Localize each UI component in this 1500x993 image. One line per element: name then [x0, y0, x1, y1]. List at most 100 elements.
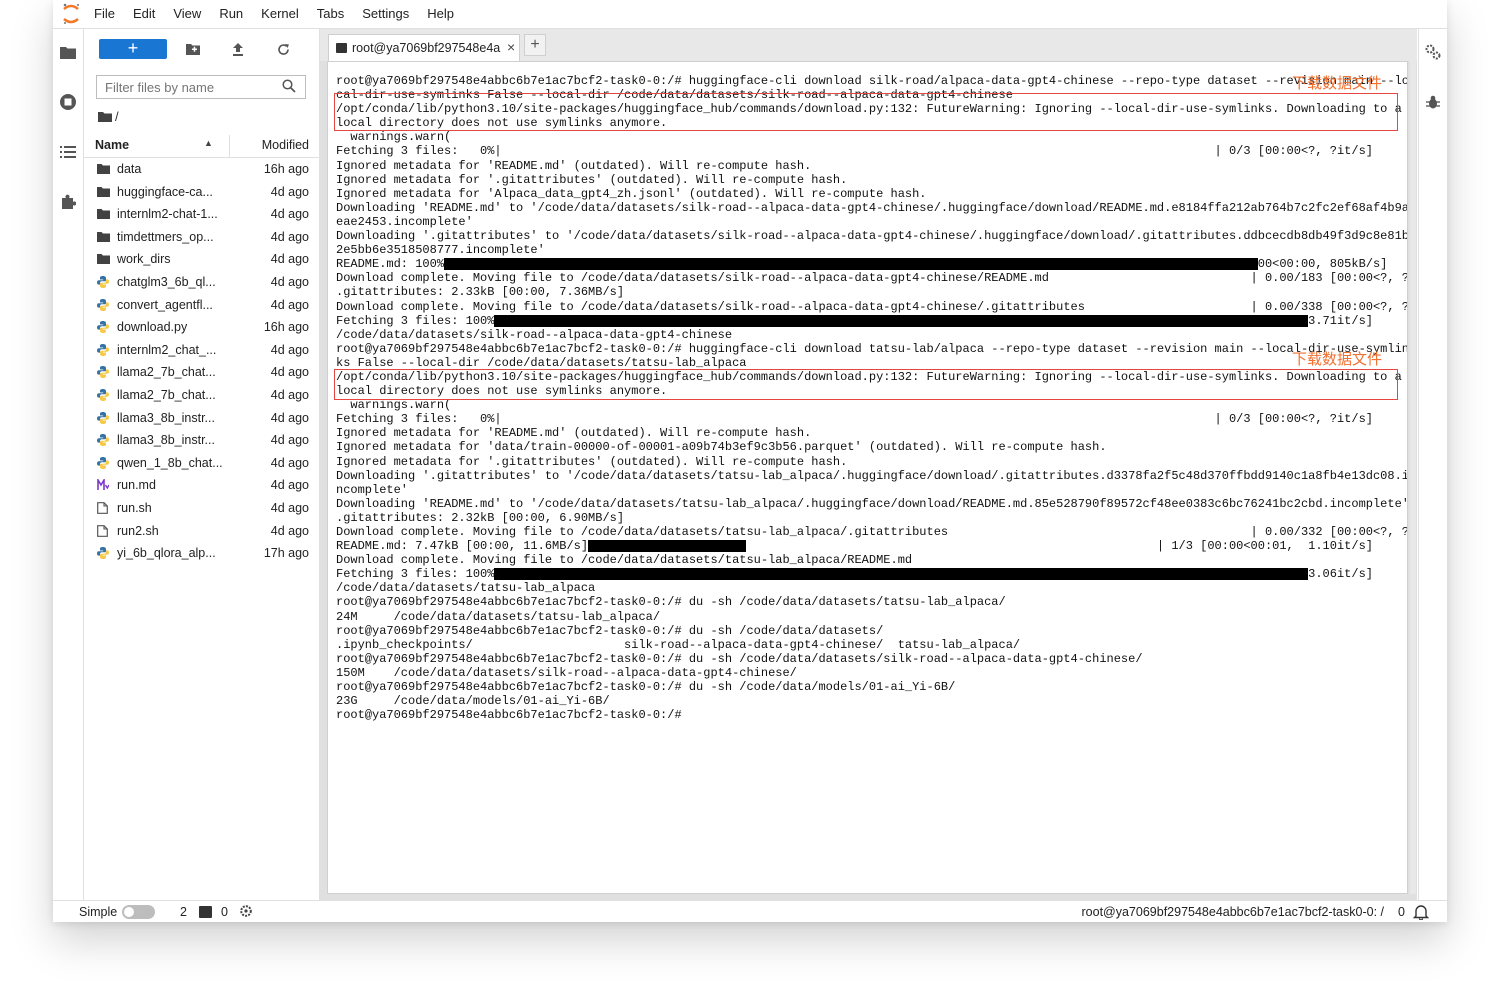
file-row[interactable]: run.md 4d ago — [84, 474, 319, 497]
file-row[interactable]: internlm2_chat_... 4d ago — [84, 339, 319, 362]
filter-files-input[interactable] — [96, 75, 306, 99]
menu-settings[interactable]: Settings — [353, 0, 418, 28]
simple-mode-toggle[interactable] — [122, 905, 155, 919]
file-row[interactable]: llama2_7b_chat... 4d ago — [84, 361, 319, 384]
terminal-line: Fetching 3 files: 0%| | 0/3 [00:00<?, ?i… — [336, 144, 1406, 158]
terminal-line: Ignored metadata for 'README.md' (outdat… — [336, 426, 1406, 440]
terminal-line-text: .gitattributes: 2.32kB [00:00, 6.90MB/s] — [336, 510, 625, 525]
terminal-line: 23G /code/data/models/01-ai_Yi-6B/ — [336, 694, 1406, 708]
file-name: chatglm3_6b_ql... — [117, 274, 216, 289]
folder-icon — [97, 231, 110, 243]
file-row[interactable]: internlm2-chat-1... 4d ago — [84, 203, 319, 226]
folder-icon[interactable] — [59, 43, 77, 61]
file-row[interactable]: llama3_8b_instr... 4d ago — [84, 407, 319, 430]
terminal-line: Download complete. Moving file to /code/… — [336, 553, 1406, 567]
file-row[interactable]: yi_6b_qlora_alp... 17h ago — [84, 542, 319, 565]
name-column-header[interactable]: Name — [95, 138, 129, 152]
terminal-line: warnings.warn( — [336, 398, 1406, 412]
file-modified: 4d ago — [270, 297, 309, 312]
file-row[interactable]: huggingface-ca... 4d ago — [84, 181, 319, 204]
breadcrumb-root[interactable]: / — [115, 109, 119, 124]
file-row[interactable]: run2.sh 4d ago — [84, 520, 319, 543]
file-row[interactable]: work_dirs 4d ago — [84, 248, 319, 271]
modified-column-header[interactable]: Modified — [262, 138, 309, 152]
close-icon[interactable]: × — [507, 39, 515, 55]
terminal-line-text: README.md: 7.47kB [00:00, 11.6MB/s] | 1/… — [336, 539, 1373, 554]
file-row[interactable]: llama2_7b_chat... 4d ago — [84, 384, 319, 407]
terminal-line-text: root@ya7069bf297548e4abbc6b7e1ac7bcf2-ta… — [336, 623, 884, 638]
bell-icon[interactable] — [1412, 904, 1430, 921]
refresh-icon[interactable] — [273, 39, 293, 59]
search-icon — [282, 79, 298, 95]
terminal-line-text: Download complete. Moving file to /code/… — [336, 525, 1408, 539]
menu-tabs[interactable]: Tabs — [308, 0, 353, 28]
terminal-line: Ignored metadata for 'Alpaca_data_gpt4_z… — [336, 187, 1406, 201]
file-row[interactable]: download.py 16h ago — [84, 316, 319, 339]
terminal-line-text: .gitattributes: 2.33kB [00:00, 7.36MB/s] — [336, 285, 625, 300]
bug-icon[interactable] — [1424, 93, 1442, 111]
terminal-line-text: 23G /code/data/models/01-ai_Yi-6B/ — [336, 694, 610, 709]
file-row[interactable]: chatglm3_6b_ql... 4d ago — [84, 271, 319, 294]
python-file-icon — [97, 547, 109, 560]
progress-bar-fill — [494, 568, 1308, 581]
tab-terminal[interactable]: root@ya7069bf297548e4a × — [328, 34, 520, 61]
terminal-line-text: ks False --local-dir /code/data/datasets… — [336, 355, 747, 370]
file-name: llama2_7b_chat... — [117, 365, 216, 380]
terminal-icon[interactable] — [199, 906, 212, 918]
file-row[interactable]: llama3_8b_instr... 4d ago — [84, 429, 319, 452]
terminal-line-text: Ignored metadata for 'data/train-00000-o… — [336, 440, 1107, 455]
list-icon[interactable] — [59, 143, 77, 161]
terminal-line: Fetching 3 files: 100%| | 3/3 [00:00<00:… — [336, 567, 1406, 581]
terminal-output[interactable]: root@ya7069bf297548e4abbc6b7e1ac7bcf2-ta… — [327, 61, 1408, 894]
menu-file[interactable]: File — [85, 0, 124, 28]
terminal-line: Ignored metadata for '.gitattributes' (o… — [336, 173, 1406, 187]
file-row[interactable]: data 16h ago — [84, 158, 319, 181]
new-folder-icon[interactable] — [183, 39, 203, 59]
terminal-line-text: root@ya7069bf297548e4abbc6b7e1ac7bcf2-ta… — [336, 708, 682, 723]
stop-circle-icon[interactable] — [59, 93, 77, 111]
terminal-line: .gitattributes: 2.33kB [00:00, 7.36MB/s] — [336, 285, 1406, 299]
file-modified: 16h ago — [263, 162, 309, 176]
file-name: llama2_7b_chat... — [117, 387, 216, 402]
terminal-line-text: Download complete. Moving file to /code/… — [336, 553, 913, 568]
file-row[interactable]: timdettmers_op... 4d ago — [84, 226, 319, 249]
terminal-count[interactable]: 2 — [180, 905, 187, 919]
puzzle-icon[interactable] — [59, 193, 77, 211]
file-row[interactable]: qwen_1_8b_chat... 4d ago — [84, 452, 319, 475]
file-modified: 4d ago — [270, 455, 309, 470]
jupyter-logo-icon — [57, 0, 85, 28]
terminal-line: Download complete. Moving file to /code/… — [336, 300, 1407, 314]
folder-icon — [97, 186, 110, 198]
column-divider[interactable] — [229, 135, 230, 157]
breadcrumb[interactable]: / — [98, 109, 119, 124]
progress-bar-fill — [588, 540, 747, 553]
annotation-label: 下载数据文件 — [1292, 75, 1383, 92]
file-name: internlm2-chat-1... — [117, 207, 218, 222]
terminal-line: Downloading '.gitattributes' to '/code/d… — [336, 229, 1407, 243]
file-name: llama3_8b_instr... — [117, 433, 215, 448]
menubar: File Edit View Run Kernel Tabs Settings … — [53, 0, 1447, 29]
simple-mode-label: Simple — [79, 905, 118, 919]
terminal-line: Fetching 3 files: 0%| | 0/3 [00:00<?, ?i… — [336, 412, 1406, 426]
python-file-icon — [97, 434, 109, 447]
gears-icon[interactable] — [1424, 43, 1442, 61]
terminal-line: root@ya7069bf297548e4abbc6b7e1ac7bcf2-ta… — [336, 652, 1406, 666]
upload-icon[interactable] — [228, 39, 248, 59]
menu-run[interactable]: Run — [210, 0, 252, 28]
new-launcher-button[interactable]: + — [99, 39, 167, 59]
menu-view[interactable]: View — [164, 0, 210, 28]
terminal-line-text: root@ya7069bf297548e4abbc6b7e1ac7bcf2-ta… — [336, 341, 1408, 356]
terminal-line-text: 150M /code/data/datasets/silk-road--alpa… — [336, 665, 797, 680]
kernel-gear-icon[interactable] — [239, 904, 253, 918]
add-tab-button[interactable]: + — [524, 34, 546, 56]
menu-help[interactable]: Help — [418, 0, 463, 28]
terminal-line: Download complete. Moving file to /code/… — [336, 271, 1407, 285]
file-row[interactable]: convert_agentfl... 4d ago — [84, 294, 319, 317]
menu-edit[interactable]: Edit — [124, 0, 164, 28]
terminal-scrollbar[interactable] — [1410, 61, 1416, 894]
notification-count[interactable]: 0 — [1398, 905, 1405, 919]
kernel-count[interactable]: 0 — [221, 905, 228, 919]
terminal-line: eae2453.incomplete' — [336, 215, 1406, 229]
menu-kernel[interactable]: Kernel — [252, 0, 308, 28]
file-row[interactable]: run.sh 4d ago — [84, 497, 319, 520]
